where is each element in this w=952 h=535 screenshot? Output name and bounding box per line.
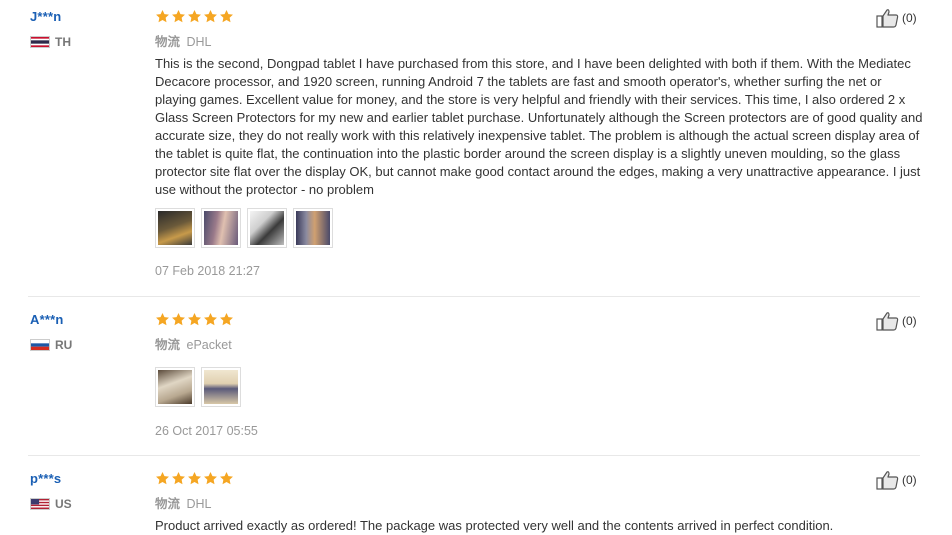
shipping-info: 物流 ePacket <box>155 334 232 353</box>
helpful-button[interactable]: (0) <box>876 311 917 331</box>
helpful-count: (0) <box>902 473 917 487</box>
thumbs-up-icon <box>876 312 899 331</box>
review-photo[interactable] <box>155 367 195 407</box>
review-date: 07 Feb 2018 21:27 <box>155 264 260 278</box>
review-divider <box>28 455 920 456</box>
review-photos <box>155 208 333 248</box>
shipping-info: 物流 DHL <box>155 493 212 512</box>
flag-th-icon <box>30 36 50 48</box>
review-photo[interactable] <box>247 208 287 248</box>
star-rating <box>155 471 234 486</box>
review-photos <box>155 367 241 407</box>
review-date: 26 Oct 2017 05:55 <box>155 424 258 438</box>
shipping-label: 物流 <box>155 35 181 49</box>
star-icon <box>156 471 169 485</box>
helpful-button[interactable]: (0) <box>876 8 917 28</box>
reviewer-name[interactable]: p***s <box>30 471 61 486</box>
review-photo[interactable] <box>293 208 333 248</box>
helpful-count: (0) <box>902 314 917 328</box>
shipping-label: 物流 <box>155 497 181 511</box>
review-photo[interactable] <box>201 367 241 407</box>
star-icon <box>172 312 185 326</box>
star-icon <box>204 9 217 23</box>
star-icon <box>204 312 217 326</box>
reviewer-country: TH <box>30 35 71 49</box>
shipping-label: 物流 <box>155 338 181 352</box>
star-rating <box>155 9 234 24</box>
star-icon <box>188 9 201 23</box>
shipping-method: DHL <box>186 35 212 49</box>
star-icon <box>188 471 201 485</box>
review-photo[interactable] <box>201 208 241 248</box>
helpful-count: (0) <box>902 11 917 25</box>
star-icon <box>156 312 169 326</box>
country-code: US <box>55 497 72 511</box>
star-icon <box>204 471 217 485</box>
thumbs-up-icon <box>876 471 899 490</box>
star-icon <box>188 312 201 326</box>
thumbs-up-icon <box>876 9 899 28</box>
review-photo[interactable] <box>155 208 195 248</box>
flag-ru-icon <box>30 339 50 351</box>
review-text: This is the second, Dongpad tablet I hav… <box>155 56 923 197</box>
country-code: TH <box>55 35 71 49</box>
star-icon <box>156 9 169 23</box>
star-icon <box>172 471 185 485</box>
reviewer-country: US <box>30 497 72 511</box>
review-divider <box>28 296 920 297</box>
review-text: Product arrived exactly as ordered! The … <box>155 518 834 533</box>
star-icon <box>220 471 233 485</box>
star-rating <box>155 312 234 327</box>
helpful-button[interactable]: (0) <box>876 470 917 490</box>
reviewer-name[interactable]: J***n <box>30 9 61 24</box>
country-code: RU <box>55 338 73 352</box>
shipping-method: ePacket <box>186 338 232 352</box>
flag-us-icon <box>30 498 50 510</box>
shipping-method: DHL <box>186 497 212 511</box>
reviewer-name[interactable]: A***n <box>30 312 64 327</box>
star-icon <box>220 9 233 23</box>
shipping-info: 物流 DHL <box>155 31 212 50</box>
reviewer-country: RU <box>30 338 72 352</box>
star-icon <box>220 312 233 326</box>
star-icon <box>172 9 185 23</box>
